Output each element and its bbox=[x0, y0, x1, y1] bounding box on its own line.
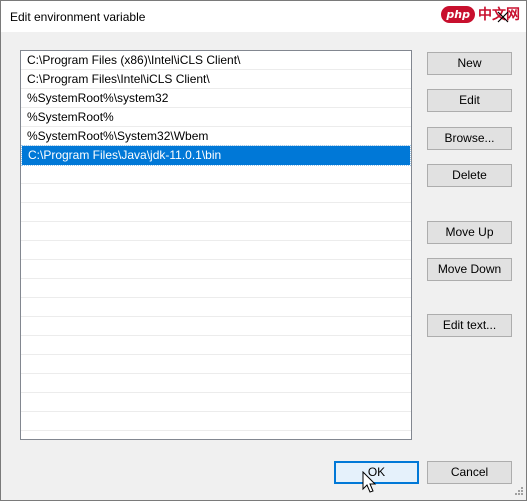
empty-list-row[interactable] bbox=[21, 222, 411, 241]
edit-environment-variable-dialog: Edit environment variable php 中文网 C:\Pro… bbox=[0, 0, 527, 501]
edit-button[interactable]: Edit bbox=[427, 89, 512, 112]
move-up-button[interactable]: Move Up bbox=[427, 221, 512, 244]
close-icon[interactable] bbox=[480, 1, 526, 32]
empty-list-row[interactable] bbox=[21, 260, 411, 279]
empty-list-row[interactable] bbox=[21, 279, 411, 298]
path-list-item[interactable]: C:\Program Files\Java\jdk-11.0.1\bin bbox=[21, 145, 411, 166]
edit-text-button[interactable]: Edit text... bbox=[427, 314, 512, 337]
empty-list-row[interactable] bbox=[21, 203, 411, 222]
path-list-item[interactable]: %SystemRoot% bbox=[21, 108, 411, 127]
resize-grip-icon[interactable] bbox=[512, 486, 524, 498]
empty-list-row[interactable] bbox=[21, 374, 411, 393]
mouse-pointer-icon bbox=[362, 471, 377, 493]
empty-list-row[interactable] bbox=[21, 393, 411, 412]
delete-button[interactable]: Delete bbox=[427, 164, 512, 187]
dialog-title: Edit environment variable bbox=[10, 10, 146, 24]
path-list-item[interactable]: %SystemRoot%\System32\Wbem bbox=[21, 127, 411, 146]
title-bar[interactable]: Edit environment variable php 中文网 bbox=[1, 1, 526, 32]
empty-list-row[interactable] bbox=[21, 184, 411, 203]
empty-list-row[interactable] bbox=[21, 355, 411, 374]
empty-list-row[interactable] bbox=[21, 241, 411, 260]
browse-button[interactable]: Browse... bbox=[427, 127, 512, 150]
empty-list-row[interactable] bbox=[21, 336, 411, 355]
cancel-button[interactable]: Cancel bbox=[427, 461, 512, 484]
empty-list-row[interactable] bbox=[21, 165, 411, 184]
empty-list-row[interactable] bbox=[21, 298, 411, 317]
path-list[interactable]: C:\Program Files (x86)\Intel\iCLS Client… bbox=[20, 50, 412, 440]
empty-list-row[interactable] bbox=[21, 317, 411, 336]
watermark-logo: php bbox=[441, 5, 475, 23]
path-list-item[interactable]: C:\Program Files\Intel\iCLS Client\ bbox=[21, 70, 411, 89]
path-list-item[interactable]: %SystemRoot%\system32 bbox=[21, 89, 411, 108]
empty-list-row[interactable] bbox=[21, 412, 411, 431]
new-button[interactable]: New bbox=[427, 52, 512, 75]
path-list-item[interactable]: C:\Program Files (x86)\Intel\iCLS Client… bbox=[21, 51, 411, 70]
move-down-button[interactable]: Move Down bbox=[427, 258, 512, 281]
